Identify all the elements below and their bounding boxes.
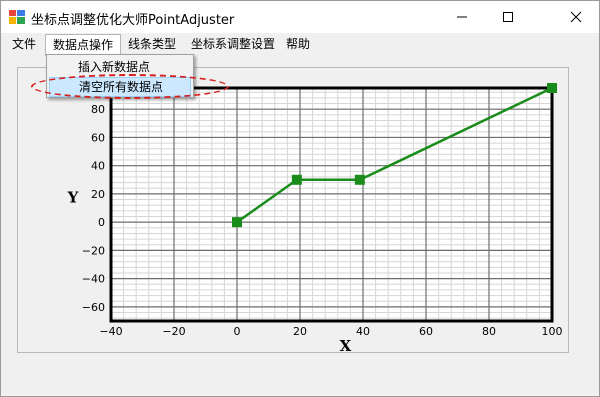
- close-icon: [570, 11, 582, 23]
- y-tick-label: 60: [91, 131, 105, 144]
- x-tick-label: −40: [99, 325, 122, 338]
- minimize-icon: [457, 16, 467, 18]
- x-tick-label: 100: [542, 325, 563, 338]
- x-tick-label: −20: [162, 325, 185, 338]
- y-tick-label: 20: [91, 188, 105, 201]
- menu-file[interactable]: 文件: [5, 34, 43, 54]
- minimize-button[interactable]: [439, 1, 485, 33]
- close-button[interactable]: [553, 1, 599, 33]
- maximize-button[interactable]: [485, 1, 531, 33]
- x-axis-label: X: [340, 337, 352, 354]
- maximize-icon: [503, 12, 513, 22]
- app-window: 坐标点调整优化大师PointAdjuster 文件 数据点操作 线条类型 坐标系…: [0, 0, 600, 397]
- data-point-marker: [547, 83, 557, 93]
- y-tick-label: 40: [91, 160, 105, 173]
- y-axis-label: Y: [67, 189, 79, 207]
- y-tick-label: 0: [98, 216, 105, 229]
- title-bar: 坐标点调整优化大师PointAdjuster: [1, 1, 599, 33]
- app-icon: [9, 10, 25, 24]
- x-tick-label: 20: [293, 325, 307, 338]
- plot-area: [111, 88, 552, 321]
- y-tick-label: −40: [82, 273, 105, 286]
- y-tick-label: 80: [91, 103, 105, 116]
- chart: −40 −20 0 20 40 60 80 100 −60 −40 −20 0 20 40 60 80 X Y: [67, 83, 563, 354]
- data-point-marker: [232, 217, 242, 228]
- x-tick-label: 40: [356, 325, 370, 338]
- window-title: 坐标点调整优化大师PointAdjuster: [31, 13, 235, 28]
- chart-panel: −40 −20 0 20 40 60 80 100 −60 −40 −20 0 20 40 60 80 X Y: [17, 67, 569, 354]
- y-tick-label: −20: [82, 244, 105, 257]
- data-point-marker: [354, 174, 365, 185]
- menu-data-point-operations[interactable]: 数据点操作: [45, 34, 122, 56]
- menu-bar: 文件 数据点操作 线条类型 坐标系调整设置 帮助: [1, 33, 599, 56]
- menu-line-type[interactable]: 线条类型: [121, 34, 183, 54]
- data-point-marker: [291, 174, 302, 185]
- menu-help[interactable]: 帮助: [279, 34, 317, 54]
- x-tick-label: 0: [234, 325, 241, 338]
- y-tick-label: −60: [82, 301, 105, 314]
- menu-axis-settings[interactable]: 坐标系调整设置: [184, 34, 282, 54]
- x-tick-label: 80: [482, 325, 496, 338]
- x-tick-label: 60: [419, 325, 433, 338]
- highlight-annotation: [31, 74, 229, 99]
